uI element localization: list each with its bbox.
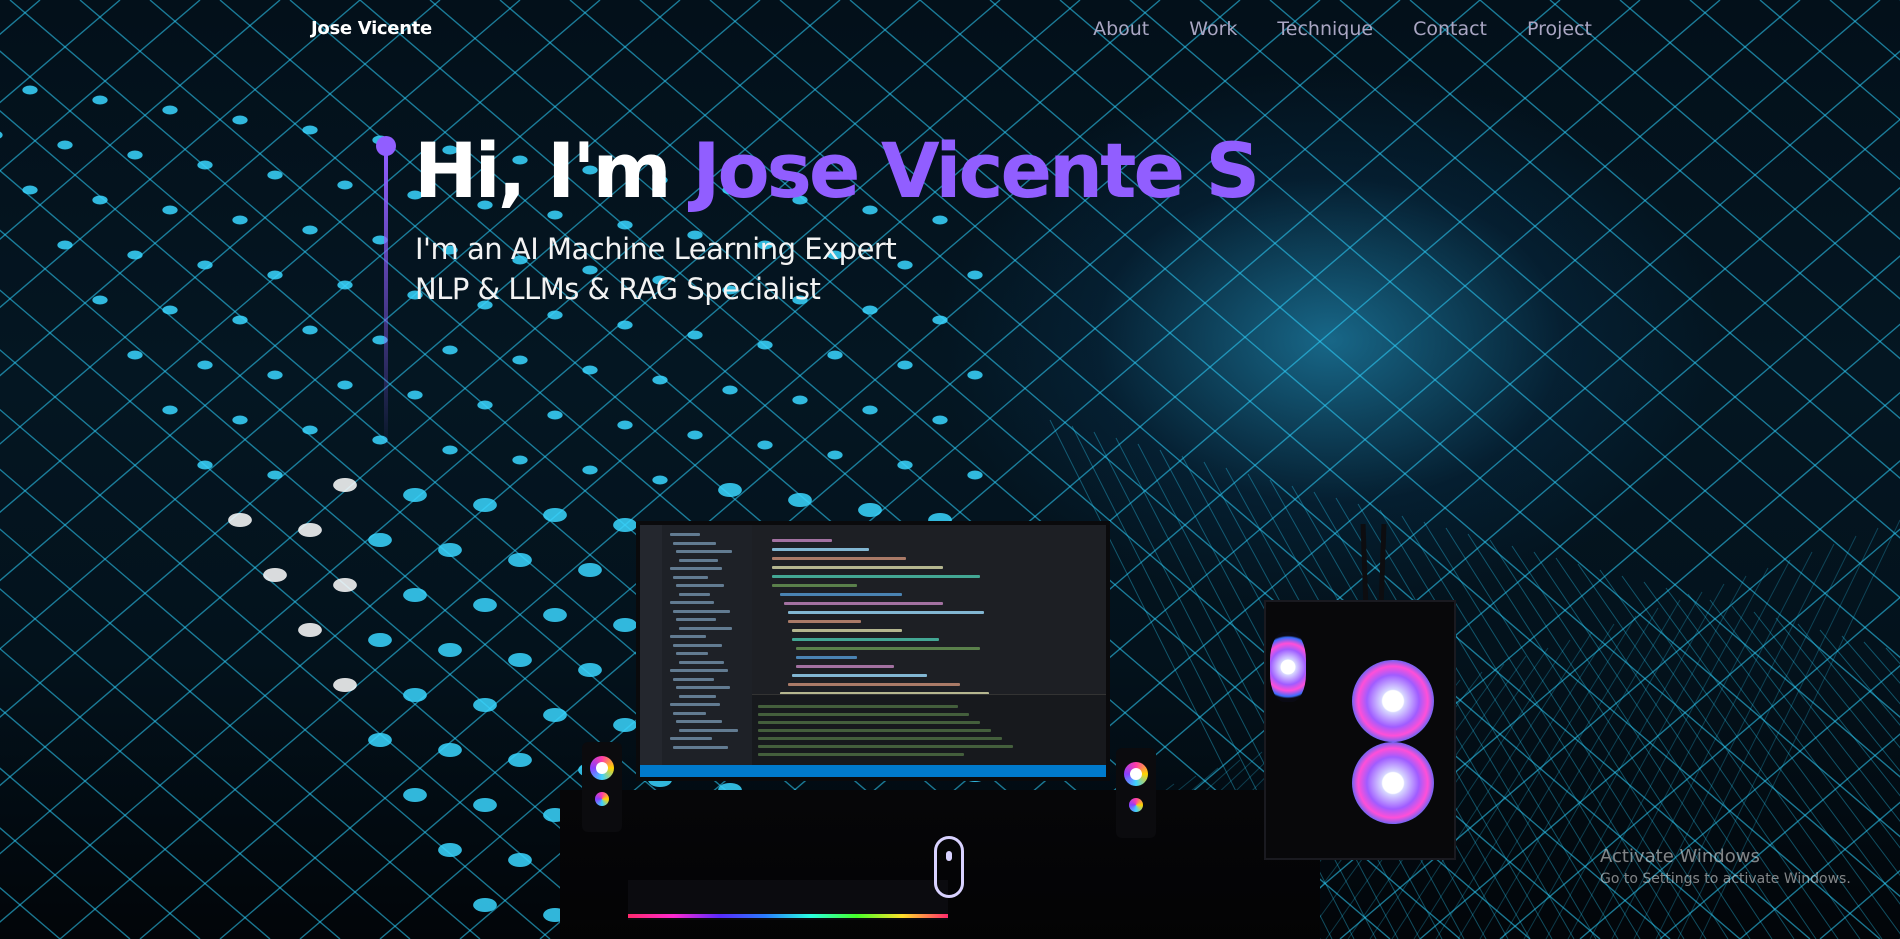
- terminal-line: [758, 721, 980, 724]
- code-line: [796, 665, 894, 668]
- case-fan-icon: [1352, 742, 1434, 824]
- hero-subtitle: I'm an AI Machine Learning Expert NLP & …: [415, 229, 897, 309]
- nav-link-about[interactable]: About: [1093, 18, 1149, 40]
- editor-activity-bar: [640, 525, 662, 777]
- code-line: [792, 638, 939, 641]
- speaker-ring-small: [1129, 798, 1143, 812]
- activate-title: Activate Windows: [1600, 846, 1760, 867]
- code-line: [772, 575, 980, 578]
- terminal-line: [758, 745, 1013, 748]
- editor-terminal: [752, 694, 1106, 765]
- explorer-item: [679, 626, 732, 630]
- terminal-line: [758, 705, 958, 708]
- desktop-monitor-3d-model[interactable]: [636, 521, 1110, 781]
- explorer-item: [676, 652, 708, 655]
- portfolio-page: Jose Vicente About Work Technique Contac…: [0, 0, 1900, 939]
- code-line: [780, 593, 902, 596]
- nav-link-project[interactable]: Project: [1527, 18, 1592, 40]
- editor-file-explorer: [662, 525, 752, 777]
- brand-logo[interactable]: Jose Vicente: [311, 18, 432, 39]
- case-fan-side-icon: [1270, 632, 1306, 702]
- explorer-item: [673, 575, 708, 579]
- code-line: [772, 584, 857, 587]
- code-line: [792, 674, 927, 677]
- hero-name: Jose Vicente S: [692, 126, 1260, 215]
- explorer-item: [670, 567, 722, 570]
- hero-subtitle-line1: I'm an AI Machine Learning Expert: [415, 232, 897, 266]
- code-line: [796, 647, 980, 650]
- explorer-item: [673, 541, 716, 545]
- mouse-icon: [934, 836, 964, 898]
- code-line: [784, 602, 943, 605]
- terminal-line: [758, 737, 1002, 740]
- code-line: [788, 683, 960, 686]
- code-line: [796, 656, 857, 659]
- hero-dot: [376, 136, 396, 156]
- speaker-ring: [1124, 762, 1148, 786]
- hero-title: Hi, I'm Jose Vicente S: [414, 123, 1260, 219]
- explorer-item: [676, 686, 730, 689]
- explorer-item: [670, 669, 728, 672]
- code-line: [788, 611, 984, 614]
- explorer-item: [676, 720, 722, 723]
- keyboard-rgb-lights: [628, 914, 948, 918]
- nav-link-contact[interactable]: Contact: [1413, 18, 1487, 40]
- explorer-item: [679, 694, 716, 698]
- explorer-item: [670, 533, 700, 536]
- nav-link-technique[interactable]: Technique: [1277, 18, 1373, 40]
- explorer-item: [679, 592, 710, 596]
- explorer-item: [673, 643, 722, 647]
- explorer-item: [673, 711, 706, 715]
- explorer-item: [673, 745, 728, 749]
- explorer-item: [670, 635, 706, 638]
- activate-subtitle: Go to Settings to activate Windows.: [1600, 871, 1851, 887]
- windows-activation-watermark: Activate Windows Go to Settings to activ…: [1600, 846, 1851, 887]
- editor-statusbar: [640, 765, 1106, 777]
- code-line: [772, 557, 906, 560]
- terminal-line: [758, 729, 991, 732]
- code-line: [788, 620, 861, 623]
- hero-subtitle-line2: NLP & LLMs & RAG Specialist: [415, 272, 821, 306]
- terminal-line: [758, 713, 969, 716]
- left-speaker: [582, 742, 622, 832]
- nav-link-work[interactable]: Work: [1189, 18, 1237, 40]
- explorer-item: [673, 677, 714, 681]
- navbar: Jose Vicente About Work Technique Contac…: [0, 0, 1900, 60]
- pc-tower: [1264, 600, 1456, 860]
- code-line: [792, 629, 902, 632]
- code-line: [772, 539, 832, 542]
- explorer-item: [676, 584, 724, 587]
- explorer-item: [679, 728, 738, 732]
- explorer-item: [676, 618, 716, 621]
- code-line: [772, 566, 943, 569]
- explorer-item: [679, 660, 724, 664]
- speaker-ring-small: [595, 792, 609, 806]
- explorer-item: [676, 550, 732, 553]
- code-line: [772, 548, 869, 551]
- terminal-line: [758, 753, 964, 756]
- case-fan-icon: [1352, 660, 1434, 742]
- speaker-ring: [590, 756, 614, 780]
- hero-greeting: Hi, I'm: [414, 126, 693, 215]
- explorer-item: [670, 601, 714, 604]
- explorer-item: [670, 703, 720, 706]
- nav-links: About Work Technique Contact Project: [1093, 18, 1592, 40]
- hero-gradient-bar: [384, 154, 388, 454]
- explorer-item: [670, 737, 712, 740]
- right-speaker: [1116, 748, 1156, 838]
- explorer-item: [679, 558, 718, 562]
- explorer-item: [673, 609, 730, 613]
